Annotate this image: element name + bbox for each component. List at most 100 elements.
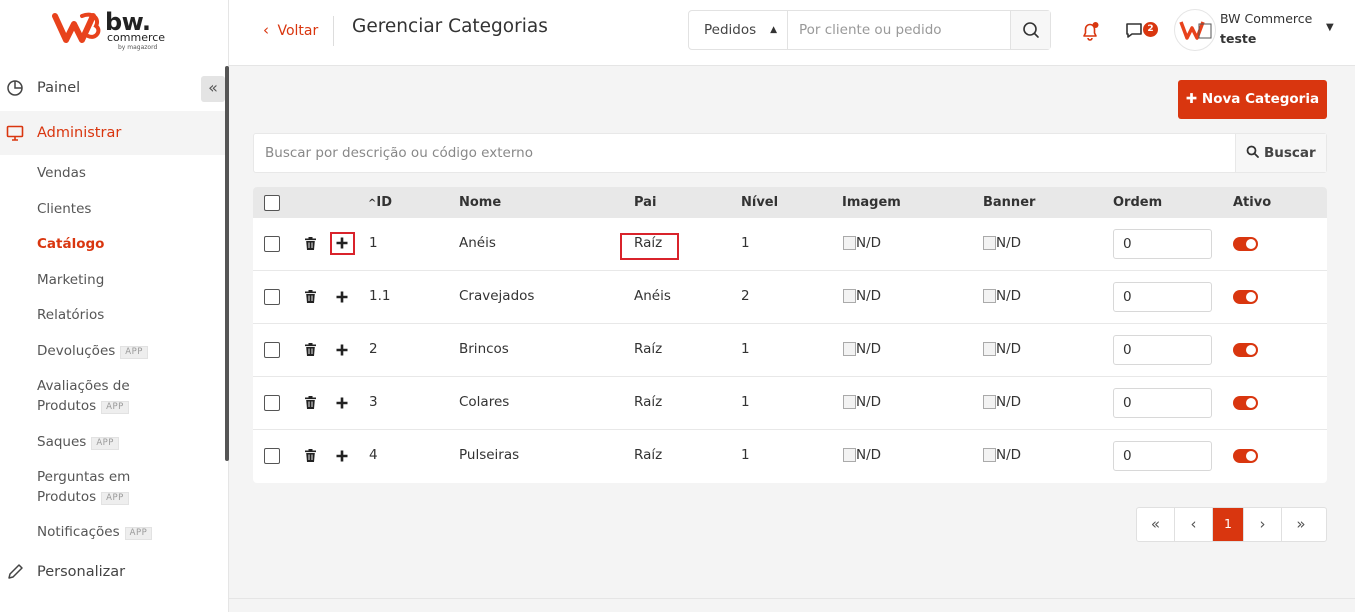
caret-down-icon[interactable]: ▼: [1326, 22, 1334, 33]
new-category-label: Nova Categoria: [1201, 91, 1320, 107]
banner-alt-text: N/D: [996, 235, 1022, 251]
top-bar: ‹ Voltar Gerenciar Categorias Pedidos ▲ …: [229, 0, 1355, 66]
active-toggle[interactable]: [1233, 237, 1258, 251]
order-input[interactable]: [1113, 229, 1212, 259]
sidebar-item-painel[interactable]: Painel: [0, 66, 225, 110]
pen-icon: [8, 564, 23, 579]
cell-imagem: N/D: [843, 341, 881, 357]
sidebar-sub-marketing[interactable]: Marketing: [37, 270, 104, 290]
active-toggle[interactable]: [1233, 396, 1258, 410]
image-alt-text: N/D: [856, 447, 882, 463]
column-pai[interactable]: Pai: [634, 195, 656, 210]
sidebar-sub-clientes[interactable]: Clientes: [37, 199, 91, 219]
sidebar-sub-label-2: Produtos: [37, 489, 97, 505]
cell-pai: Raíz: [634, 341, 663, 357]
trash-icon[interactable]: [305, 343, 316, 356]
sidebar-sub-perguntas[interactable]: Perguntas em Produtos APP: [37, 467, 130, 507]
image-alt-text: N/D: [856, 394, 882, 410]
add-subcategory-button[interactable]: [333, 288, 351, 306]
broken-image-icon: [843, 448, 856, 462]
cell-id: 1: [369, 235, 378, 251]
current-page-button[interactable]: 1: [1213, 508, 1244, 541]
brand-logo[interactable]: bw. commerce by magazord: [52, 8, 182, 54]
monitor-icon: [6, 125, 24, 141]
search-type-value: Pedidos: [704, 22, 757, 38]
trash-icon[interactable]: [305, 237, 316, 250]
cell-nivel: 2: [741, 288, 750, 304]
page-title: Gerenciar Categorias: [352, 16, 548, 37]
sidebar-sub-devolucoes[interactable]: Devoluções APP: [37, 341, 148, 361]
add-subcategory-button[interactable]: [330, 232, 355, 255]
sidebar-item-administrar[interactable]: Administrar: [0, 111, 225, 155]
sidebar-sub-label: Avaliações de: [37, 378, 130, 394]
column-id[interactable]: ^ID: [368, 195, 392, 210]
new-category-button[interactable]: ✚ Nova Categoria: [1178, 80, 1327, 119]
user-store[interactable]: teste: [1220, 31, 1256, 46]
global-search-button[interactable]: [1010, 11, 1050, 49]
select-all-checkbox[interactable]: [264, 195, 280, 211]
cell-pai: Anéis: [634, 288, 671, 304]
user-name[interactable]: BW Commerce: [1220, 11, 1312, 26]
category-search-input[interactable]: [254, 134, 1236, 172]
brand-sub: commerce: [107, 31, 166, 44]
order-input[interactable]: [1113, 282, 1212, 312]
trash-icon[interactable]: [305, 449, 316, 462]
sidebar-sub-saques[interactable]: Saques APP: [37, 432, 119, 452]
cell-banner: N/D: [983, 447, 1021, 463]
active-toggle[interactable]: [1233, 290, 1258, 304]
search-button-label: Buscar: [1263, 145, 1316, 161]
chevron-left-icon: ‹: [263, 21, 269, 39]
back-label: Voltar: [277, 23, 319, 39]
trash-icon[interactable]: [305, 290, 316, 303]
category-search-button[interactable]: Buscar: [1235, 134, 1326, 172]
sidebar-item-personalizar[interactable]: Personalizar: [0, 550, 225, 594]
global-search-input[interactable]: [788, 11, 1011, 49]
bell-icon[interactable]: [1079, 20, 1101, 42]
row-checkbox[interactable]: [264, 395, 280, 411]
column-ativo[interactable]: Ativo: [1233, 195, 1271, 210]
sidebar-sub-notificacoes[interactable]: Notificações APP: [37, 522, 153, 542]
order-input[interactable]: [1113, 441, 1212, 471]
app-badge: APP: [101, 401, 129, 414]
sidebar-sub-label: Notificações: [37, 524, 120, 540]
sidebar-sub-label: Perguntas em: [37, 469, 131, 485]
categories-table: ^ID Nome Pai Nível Imagem Banner Ordem A…: [253, 187, 1327, 483]
row-checkbox[interactable]: [264, 289, 280, 305]
back-link[interactable]: ‹ Voltar: [263, 21, 318, 39]
add-subcategory-button[interactable]: [333, 447, 351, 465]
prev-page-button[interactable]: ‹: [1175, 508, 1213, 541]
cell-banner: N/D: [983, 341, 1021, 357]
sidebar-sub-label: Devoluções: [37, 343, 116, 359]
order-input[interactable]: [1113, 335, 1212, 365]
column-imagem: Imagem: [842, 195, 901, 210]
last-page-button[interactable]: »: [1282, 508, 1320, 541]
add-subcategory-button[interactable]: [333, 341, 351, 359]
first-page-button[interactable]: «: [1137, 508, 1175, 541]
row-checkbox[interactable]: [264, 448, 280, 464]
table-row: 2 Brincos Raíz 1 N/D N/D: [253, 324, 1327, 377]
avatar[interactable]: [1174, 9, 1216, 51]
sidebar-sub-relatorios[interactable]: Relatórios: [37, 305, 104, 325]
sidebar-scrollbar[interactable]: [225, 66, 229, 461]
sidebar-sub-avaliacoes[interactable]: Avaliações de Produtos APP: [37, 376, 130, 416]
sidebar-sub-catalogo[interactable]: Catálogo: [37, 234, 104, 254]
broken-image-icon: [843, 395, 856, 409]
sidebar-sub-vendas[interactable]: Vendas: [37, 163, 86, 183]
table-row: 3 Colares Raíz 1 N/D N/D: [253, 377, 1327, 430]
pie-chart-icon: [7, 80, 23, 96]
cell-nome: Brincos: [459, 341, 509, 357]
column-nome[interactable]: Nome: [459, 195, 501, 210]
active-toggle[interactable]: [1233, 449, 1258, 463]
column-ordem[interactable]: Ordem: [1113, 195, 1162, 210]
trash-icon[interactable]: [305, 396, 316, 409]
row-checkbox[interactable]: [264, 342, 280, 358]
active-toggle[interactable]: [1233, 343, 1258, 357]
row-checkbox[interactable]: [264, 236, 280, 252]
add-subcategory-button[interactable]: [333, 394, 351, 412]
next-page-button[interactable]: ›: [1244, 508, 1282, 541]
table-row: 1 Anéis Raíz 1 N/D N/D: [253, 218, 1327, 271]
image-alt-text: N/D: [856, 341, 882, 357]
order-input[interactable]: [1113, 388, 1212, 418]
search-type-select[interactable]: Pedidos ▲: [689, 11, 788, 49]
column-nivel[interactable]: Nível: [741, 195, 778, 210]
